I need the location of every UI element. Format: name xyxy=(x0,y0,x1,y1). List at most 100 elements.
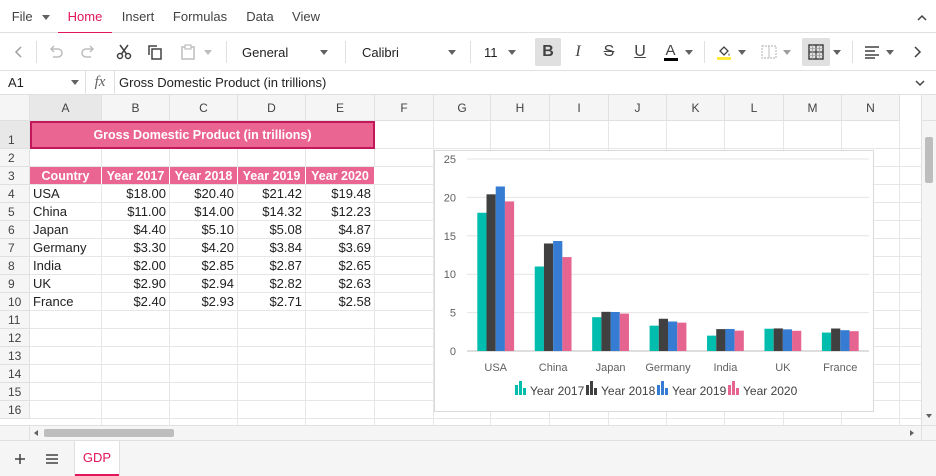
vertical-scroll-thumb[interactable] xyxy=(925,137,933,183)
gdp-chart[interactable]: 0 5 10 15 20 25 USA China Japan Germany India UK Fra… xyxy=(434,150,874,412)
name-box[interactable]: A1 xyxy=(0,71,86,94)
value-cell[interactable]: $3.84 xyxy=(238,239,305,257)
value-cell[interactable]: $2.40 xyxy=(102,293,169,311)
toolbar-scroll-right-button[interactable] xyxy=(906,38,928,66)
tab-formulas[interactable]: Formulas xyxy=(168,0,232,33)
country-cell[interactable]: USA xyxy=(30,185,101,203)
bold-button[interactable]: B xyxy=(535,38,561,66)
value-cell[interactable]: $2.85 xyxy=(170,257,237,275)
column-header-h[interactable]: H xyxy=(491,95,550,121)
value-cell[interactable]: $2.87 xyxy=(238,257,305,275)
cut-button[interactable] xyxy=(112,38,136,66)
tab-insert[interactable]: Insert xyxy=(114,0,162,33)
column-header-d[interactable]: D xyxy=(238,95,306,121)
value-cell[interactable]: $18.00 xyxy=(102,185,169,203)
country-cell[interactable]: UK xyxy=(30,275,101,293)
formula-input[interactable]: Gross Domestic Product (in trillions) xyxy=(114,71,904,94)
toolbar-scroll-left-button[interactable] xyxy=(8,38,30,66)
file-menu[interactable]: File xyxy=(4,0,58,33)
number-format-dropdown[interactable]: General xyxy=(236,38,334,66)
country-cell[interactable]: Germany xyxy=(30,239,101,257)
value-cell[interactable]: $2.93 xyxy=(170,293,237,311)
country-cell[interactable]: Japan xyxy=(30,221,101,239)
value-cell[interactable]: $2.63 xyxy=(306,275,374,293)
header-cell[interactable]: Year 2020 xyxy=(306,167,375,184)
borders-dropdown-button[interactable] xyxy=(830,38,844,66)
column-header-j[interactable]: J xyxy=(609,95,667,121)
header-cell[interactable]: Year 2018 xyxy=(170,167,238,184)
value-cell[interactable]: $2.00 xyxy=(102,257,169,275)
value-cell[interactable]: $14.00 xyxy=(170,203,237,221)
row-header-14[interactable]: 14 xyxy=(0,365,30,383)
value-cell[interactable]: $2.71 xyxy=(238,293,305,311)
sheet-list-button[interactable] xyxy=(42,450,62,468)
value-cell[interactable]: $12.23 xyxy=(306,203,374,221)
column-header-b[interactable]: B xyxy=(102,95,170,121)
column-header-m[interactable]: M xyxy=(784,95,842,121)
row-header-8[interactable]: 8 xyxy=(0,257,30,275)
undo-button[interactable] xyxy=(44,38,68,66)
copy-button[interactable] xyxy=(143,38,167,66)
strikethrough-button[interactable]: S xyxy=(597,38,621,66)
scroll-down-button[interactable] xyxy=(925,410,933,422)
column-header-e[interactable]: E xyxy=(306,95,375,121)
value-cell[interactable]: $4.40 xyxy=(102,221,169,239)
select-all-corner[interactable] xyxy=(0,95,30,121)
column-header-n[interactable]: N xyxy=(842,95,900,121)
row-header-15[interactable]: 15 xyxy=(0,383,30,401)
vertical-scrollbar[interactable] xyxy=(921,121,936,425)
spreadsheet-grid[interactable]: ABCDEFGHIJKLMN 1 2 3 4 5 6 7 8 9 10 11 12 13 14 15 16 G… xyxy=(0,95,921,425)
paste-button[interactable] xyxy=(176,38,216,66)
country-cell[interactable]: China xyxy=(30,203,101,221)
fill-color-button[interactable] xyxy=(712,38,750,66)
row-header-9[interactable]: 9 xyxy=(0,275,30,293)
font-color-button[interactable]: A xyxy=(659,38,697,66)
sheet-tab-gdp[interactable]: GDP xyxy=(74,441,120,476)
row-header-7[interactable]: 7 xyxy=(0,239,30,257)
country-cell[interactable]: India xyxy=(30,257,101,275)
redo-button[interactable] xyxy=(76,38,100,66)
horizontal-align-button[interactable] xyxy=(860,38,898,66)
tab-home[interactable]: Home xyxy=(58,0,112,34)
row-header-3[interactable]: 3 xyxy=(0,167,30,185)
column-header-i[interactable]: I xyxy=(550,95,609,121)
header-cell[interactable]: Country xyxy=(30,167,102,184)
value-cell[interactable]: $3.30 xyxy=(102,239,169,257)
add-sheet-button[interactable] xyxy=(10,450,30,468)
font-family-dropdown[interactable]: Calibri xyxy=(356,38,462,66)
tab-view[interactable]: View xyxy=(286,0,326,33)
value-cell[interactable]: $2.65 xyxy=(306,257,374,275)
header-cell[interactable]: Year 2019 xyxy=(238,167,306,184)
collapse-ribbon-button[interactable] xyxy=(912,0,932,33)
value-cell[interactable]: $2.90 xyxy=(102,275,169,293)
row-header-10[interactable]: 10 xyxy=(0,293,30,311)
value-cell[interactable]: $2.94 xyxy=(170,275,237,293)
value-cell[interactable]: $14.32 xyxy=(238,203,305,221)
italic-button[interactable]: I xyxy=(566,38,590,66)
row-header-13[interactable]: 13 xyxy=(0,347,30,365)
column-header-g[interactable]: G xyxy=(434,95,491,121)
value-cell[interactable]: $2.58 xyxy=(306,293,374,311)
header-cell[interactable]: Year 2017 xyxy=(102,167,170,184)
scroll-left-button[interactable] xyxy=(31,429,41,437)
horizontal-scrollbar[interactable] xyxy=(30,425,921,440)
row-header-2[interactable]: 2 xyxy=(0,149,30,167)
row-header-4[interactable]: 4 xyxy=(0,185,30,203)
value-cell[interactable]: $4.20 xyxy=(170,239,237,257)
value-cell[interactable]: $21.42 xyxy=(238,185,305,203)
title-cell-a1[interactable]: Gross Domestic Product (in trillions) xyxy=(30,121,375,149)
underline-button[interactable]: U xyxy=(628,38,652,66)
merge-cells-button[interactable] xyxy=(758,38,794,66)
country-cell[interactable]: France xyxy=(30,293,101,311)
row-header-16[interactable]: 16 xyxy=(0,401,30,419)
value-cell[interactable]: $19.48 xyxy=(306,185,374,203)
tab-data[interactable]: Data xyxy=(240,0,280,33)
value-cell[interactable]: $3.69 xyxy=(306,239,374,257)
row-header-5[interactable]: 5 xyxy=(0,203,30,221)
expand-formula-bar-button[interactable] xyxy=(912,76,928,90)
column-header-c[interactable]: C xyxy=(170,95,238,121)
column-header-f[interactable]: F xyxy=(375,95,434,121)
horizontal-scroll-thumb[interactable] xyxy=(44,429,174,437)
function-icon[interactable]: fx xyxy=(86,71,114,94)
row-header-6[interactable]: 6 xyxy=(0,221,30,239)
